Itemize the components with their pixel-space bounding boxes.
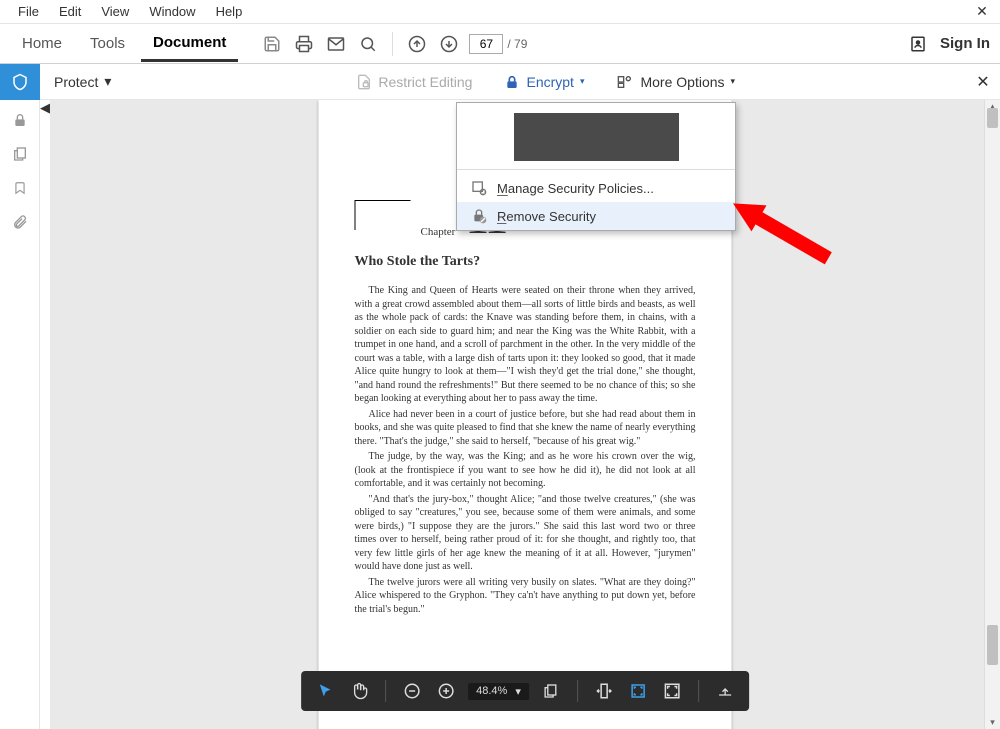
manage-label: Manage Security Policies...: [497, 181, 654, 196]
vertical-scrollbar[interactable]: ▴ ▾: [984, 100, 1000, 729]
page-number-input[interactable]: [469, 34, 503, 54]
encrypt-dropdown[interactable]: Encrypt ▾: [498, 69, 590, 95]
protect-label: Protect: [54, 74, 98, 90]
tab-home[interactable]: Home: [10, 27, 74, 60]
caret-down-icon: ▾: [104, 73, 111, 90]
more-options-label: More Options: [640, 74, 724, 90]
tab-tools[interactable]: Tools: [78, 27, 137, 60]
encrypt-menu: Manage Security Policies... Remove Secur…: [456, 102, 736, 231]
protect-dropdown[interactable]: Protect ▾: [40, 73, 125, 90]
body-paragraph: Alice had never been in a court of justi…: [355, 408, 696, 449]
zoom-out-icon[interactable]: [400, 679, 424, 703]
caret-down-icon: ▾: [515, 685, 521, 698]
main-toolbar: Home Tools Document / 79 Sign In: [0, 24, 1000, 64]
read-mode-icon[interactable]: [713, 679, 737, 703]
caret-down-icon: ▾: [580, 76, 585, 87]
menu-view[interactable]: View: [91, 2, 139, 21]
body-paragraph: The twelve jurors were all writing very …: [355, 576, 696, 617]
save-icon[interactable]: [259, 31, 285, 57]
view-controls-bar: 48.4% ▾: [301, 671, 749, 711]
encrypt-label: Encrypt: [526, 74, 573, 90]
hand-tool-icon[interactable]: [347, 679, 371, 703]
zoom-value: 48.4%: [476, 685, 507, 697]
body-paragraph: The King and Queen of Hearts were seated…: [355, 284, 696, 406]
bookmark-icon[interactable]: [13, 180, 27, 196]
body-paragraph: "And that's the jury-box," thought Alice…: [355, 493, 696, 574]
caret-down-icon: ▾: [731, 76, 736, 87]
signin-button[interactable]: Sign In: [940, 35, 990, 52]
panel-collapse-handle[interactable]: ◀: [40, 100, 50, 729]
pages-icon[interactable]: [12, 146, 28, 162]
restrict-editing-button[interactable]: Restrict Editing: [350, 69, 478, 95]
chapter-title: Who Stole the Tarts?: [355, 254, 696, 270]
fullscreen-icon[interactable]: [660, 679, 684, 703]
menu-help[interactable]: Help: [206, 2, 253, 21]
search-icon[interactable]: [355, 31, 381, 57]
scroll-thumb[interactable]: [987, 108, 998, 128]
zoom-in-icon[interactable]: [434, 679, 458, 703]
print-icon[interactable]: [291, 31, 317, 57]
window-close-icon[interactable]: ✕: [972, 3, 992, 20]
signin-icon[interactable]: [905, 31, 931, 57]
restrict-label: Restrict Editing: [378, 74, 472, 90]
fit-page-icon[interactable]: [539, 679, 563, 703]
lock-icon[interactable]: [12, 112, 28, 128]
page-total-label: / 79: [507, 37, 527, 51]
chapter-label: Chapter: [421, 226, 456, 238]
security-preview: [514, 113, 679, 161]
menu-edit[interactable]: Edit: [49, 2, 91, 21]
close-panel-button[interactable]: ✕: [966, 72, 1000, 92]
left-nav-rail: [0, 100, 40, 729]
page-up-icon[interactable]: [404, 31, 430, 57]
remove-label: Remove Security: [497, 209, 596, 224]
menu-file[interactable]: File: [8, 2, 49, 21]
menu-window[interactable]: Window: [139, 2, 205, 21]
protect-tab-icon[interactable]: [0, 64, 40, 100]
page-down-icon[interactable]: [436, 31, 462, 57]
fit-width-icon[interactable]: [592, 679, 616, 703]
system-menubar: File Edit View Window Help ✕: [0, 0, 1000, 24]
mail-icon[interactable]: [323, 31, 349, 57]
select-tool-icon[interactable]: [313, 679, 337, 703]
remove-security-item[interactable]: Remove Security: [457, 202, 735, 230]
more-options-dropdown[interactable]: More Options ▾: [610, 70, 741, 94]
protect-toolbar: Protect ▾ Restrict Editing Encrypt ▾ Mor…: [0, 64, 1000, 100]
fit-visible-icon[interactable]: [626, 679, 650, 703]
tab-document[interactable]: Document: [141, 26, 238, 62]
scroll-thumb[interactable]: [987, 625, 998, 665]
attachment-icon[interactable]: [12, 214, 28, 230]
manage-security-policies-item[interactable]: Manage Security Policies...: [457, 174, 735, 202]
scroll-down-icon[interactable]: ▾: [985, 717, 1000, 728]
body-paragraph: The judge, by the way, was the King; and…: [355, 450, 696, 491]
zoom-level-dropdown[interactable]: 48.4% ▾: [468, 683, 529, 700]
